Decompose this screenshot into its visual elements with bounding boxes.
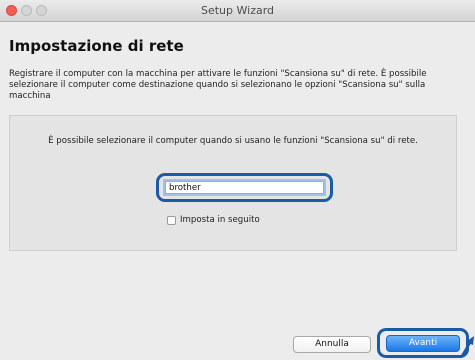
cancel-button[interactable]: Annulla	[293, 336, 371, 353]
network-settings-panel: È possibile selezionare il computer quan…	[9, 115, 457, 251]
callout-arrow-icon	[460, 336, 474, 357]
set-later-label[interactable]: Imposta in seguito	[180, 215, 260, 225]
next-callout-highlight: Avanti	[377, 328, 469, 358]
page-title: Impostazione di rete	[9, 37, 184, 55]
next-button[interactable]: Avanti	[386, 335, 460, 352]
input-callout-highlight	[156, 173, 333, 202]
window-title: Setup Wizard	[200, 4, 275, 17]
setup-wizard-window: Setup Wizard Impostazione di rete Regist…	[0, 0, 475, 360]
page-description: Registrare il computer con la macchina p…	[9, 69, 427, 101]
title-bar: Setup Wizard	[0, 0, 475, 22]
computer-name-input[interactable]	[165, 181, 324, 194]
panel-instruction-text: È possibile selezionare il computer quan…	[48, 136, 418, 146]
set-later-checkbox[interactable]	[167, 216, 176, 225]
